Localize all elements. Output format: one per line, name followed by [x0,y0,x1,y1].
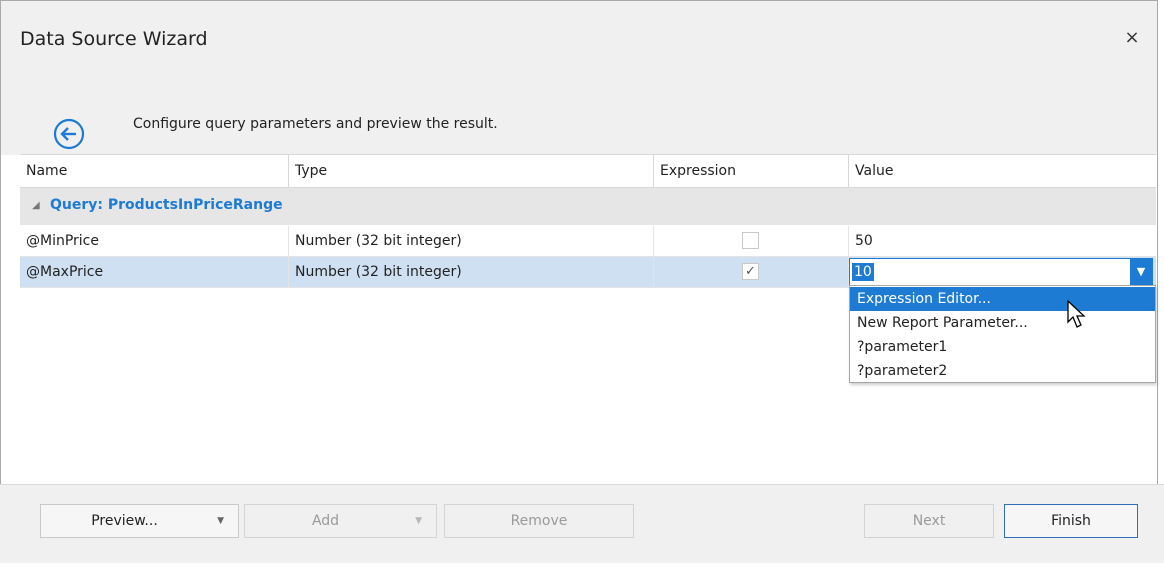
chevron-down-icon[interactable]: ▼ [217,505,224,537]
preview-label: Preview... [91,513,158,529]
param-expression-cell: ✓ [654,257,849,287]
column-header-value[interactable]: Value [849,155,1156,187]
close-icon: × [1124,27,1140,48]
chevron-down-icon[interactable]: ▼ [415,505,422,537]
param-type[interactable]: Number (32 bit integer) [289,257,654,287]
menu-item-parameter1[interactable]: ?parameter1 [850,335,1155,359]
back-arrow-icon[interactable] [53,118,85,150]
remove-button[interactable]: Remove [444,504,634,538]
menu-item-expression-editor[interactable]: Expression Editor... [850,287,1155,311]
column-header-name[interactable]: Name [20,155,289,187]
expression-checkbox[interactable] [742,232,759,249]
menu-item-parameter2[interactable]: ?parameter2 [850,359,1155,383]
next-button[interactable]: Next [864,504,994,538]
grid-header: Name Type Expression Value [20,155,1156,188]
title-bar: Data Source Wizard × [1,1,1157,77]
preview-button[interactable]: Preview... ▼ [40,504,239,538]
check-icon: ✓ [745,264,756,279]
add-label: Add [311,513,340,529]
table-row[interactable]: @MinPrice Number (32 bit integer) 50 [20,226,1156,257]
collapse-icon[interactable]: ◢ [32,200,40,211]
finish-button[interactable]: Finish [1004,504,1138,538]
wizard-footer: Preview... ▼ Add ▼ Remove Next Finish [0,484,1164,563]
window-title: Data Source Wizard [20,28,208,50]
chevron-down-icon: ▼ [1136,265,1146,278]
param-name: @MinPrice [20,226,289,256]
param-type[interactable]: Number (32 bit integer) [289,226,654,256]
group-row[interactable]: ◢ Query: ProductsInPriceRange [20,188,1156,225]
add-button[interactable]: Add ▼ [244,504,437,538]
expression-checkbox[interactable]: ✓ [742,263,759,280]
value-editor[interactable]: 10 ▼ [849,258,1153,286]
param-expression-cell [654,226,849,256]
column-header-expression[interactable]: Expression [654,155,849,187]
mouse-pointer-icon [1067,300,1086,328]
column-header-type[interactable]: Type [289,155,654,187]
page-description: Configure query parameters and preview t… [133,116,498,132]
close-button[interactable]: × [1121,27,1143,49]
menu-item-new-report-parameter[interactable]: New Report Parameter... [850,311,1155,335]
value-editor-text[interactable]: 10 [852,263,874,281]
param-name: @MaxPrice [20,257,289,287]
dropdown-button[interactable]: ▼ [1130,259,1152,285]
group-label: Query: ProductsInPriceRange [50,197,283,213]
param-value[interactable]: 50 [849,226,1156,256]
value-dropdown-menu: Expression Editor... New Report Paramete… [849,285,1156,383]
